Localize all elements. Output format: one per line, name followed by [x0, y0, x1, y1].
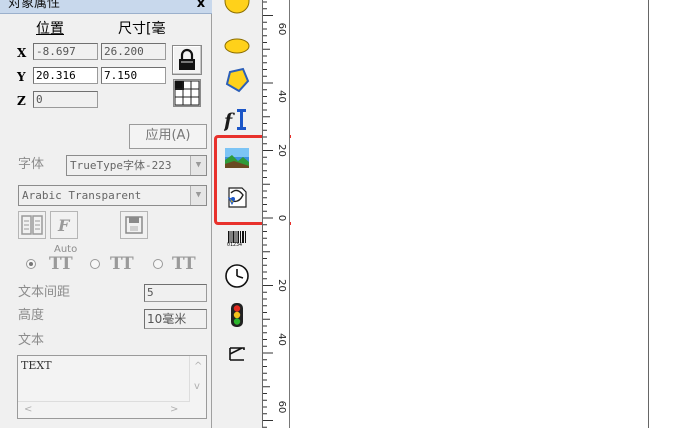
canvas-boundary — [648, 0, 649, 428]
barcode-tool-button[interactable]: 01234 — [224, 226, 250, 252]
bitmap-tool-button[interactable] — [224, 145, 250, 171]
vector-file-tool-button[interactable] — [224, 184, 250, 210]
z-position-field[interactable]: 0 — [33, 91, 98, 108]
save-icon — [125, 216, 143, 234]
chevron-down-icon: ▼ — [190, 186, 206, 205]
spacing-fixed-radio[interactable] — [90, 259, 100, 269]
circle-tool-button[interactable] — [224, 0, 250, 14]
lock-icon — [179, 48, 195, 70]
extend-axis-tool-button[interactable] — [224, 340, 250, 366]
size-header: 尺寸[毫 — [118, 21, 166, 37]
ellipse-tool-button[interactable] — [224, 33, 250, 59]
apply-button[interactable]: 应用(A) — [129, 124, 207, 149]
horizontal-scrollbar[interactable]: < > — [18, 401, 190, 418]
y-position-field[interactable]: 20.316 — [33, 67, 98, 84]
height-field[interactable]: 7.150 — [101, 67, 166, 84]
drawing-toolbar: f 01234 — [212, 0, 262, 428]
ellipse-icon — [224, 38, 250, 54]
scroll-right-icon[interactable]: > — [170, 405, 178, 415]
circle-icon — [224, 0, 250, 14]
vertical-ruler: 60 40 20 0 20 40 60 — [262, 0, 290, 428]
font-settings-button[interactable] — [18, 211, 46, 239]
svg-text:f: f — [224, 110, 235, 132]
timer-tool-button[interactable] — [224, 263, 250, 289]
font-label: 字体 — [18, 157, 45, 172]
panel-close-button[interactable]: x — [194, 0, 208, 12]
vertical-scrollbar[interactable]: ^ v — [189, 356, 206, 402]
panel-title: 对象属性 — [8, 0, 61, 11]
grid-icon — [174, 80, 200, 106]
ruler-label: 60 — [276, 23, 287, 36]
text-icon: f — [222, 109, 246, 132]
position-header: 位置 — [36, 21, 64, 37]
barcode-icon — [228, 231, 246, 243]
text-spacing-label: 文本间距 — [18, 285, 71, 300]
text-tool-button[interactable]: f — [222, 106, 250, 132]
z-axis-label: Z — [17, 94, 26, 108]
ruler-label: 40 — [276, 333, 287, 346]
position-grid-button[interactable] — [173, 79, 201, 107]
text-spacing-field[interactable]: 5 — [144, 284, 207, 302]
clock-icon — [225, 264, 249, 288]
x-axis-label: X — [17, 46, 27, 60]
ruler-label: 60 — [276, 401, 287, 414]
scroll-up-icon[interactable]: ^ — [194, 362, 202, 372]
font-type-select[interactable]: TrueType字体-223 ▼ — [66, 155, 207, 176]
polygon-icon — [225, 67, 250, 93]
x-position-field[interactable]: -8.697 — [33, 43, 98, 60]
font-name-select[interactable]: Arabic Transparent ▼ — [18, 185, 207, 206]
chevron-down-icon: ▼ — [190, 156, 206, 175]
font-type-value: TrueType字体-223 — [70, 159, 172, 172]
ruler-scale: 60 40 20 0 20 40 60 — [263, 1, 287, 428]
extend-axis-icon — [229, 347, 245, 361]
ruler-label: 20 — [276, 279, 287, 292]
svg-text:F: F — [57, 216, 71, 235]
spacing-auto-icon: TT — [49, 254, 73, 274]
font-style-button[interactable]: F — [50, 211, 78, 239]
ruler-label: 0 — [276, 215, 287, 221]
text-label: 文本 — [18, 333, 45, 348]
ruler-label: 20 — [276, 144, 287, 157]
ruler-label: 40 — [276, 90, 287, 103]
landscape-image-icon — [225, 148, 249, 168]
lock-ratio-button[interactable] — [172, 45, 202, 75]
font-name-value: Arabic Transparent — [22, 189, 142, 202]
save-font-button[interactable] — [120, 211, 148, 239]
width-field[interactable]: 26.200 — [101, 43, 166, 60]
spacing-custom-radio[interactable] — [153, 259, 163, 269]
y-axis-label: Y — [17, 70, 26, 84]
scroll-left-icon[interactable]: < — [24, 405, 32, 415]
scroll-down-icon[interactable]: v — [194, 382, 200, 392]
italic-font-icon: F — [57, 216, 71, 235]
font-settings-icon — [21, 215, 43, 235]
height-label: 高度 — [18, 308, 45, 323]
panel-titlebar: 对象属性 x — [0, 0, 212, 14]
text-content-area[interactable]: TEXT ^ v < > — [17, 355, 207, 419]
drawing-canvas[interactable] — [291, 0, 648, 428]
traffic-light-icon — [231, 303, 243, 327]
io-port-tool-button[interactable] — [224, 302, 250, 328]
object-properties-panel: 对象属性 x 位置 尺寸[毫 X Y Z -8.697 26.200 20.31… — [0, 0, 212, 428]
spacing-fixed-icon: TT — [110, 254, 134, 274]
barcode-digits: 01234 — [227, 242, 243, 248]
text-content-value: TEXT — [21, 359, 52, 372]
vector-file-icon — [227, 187, 247, 208]
text-height-field[interactable]: 10毫米 — [144, 309, 207, 329]
spacing-auto-radio[interactable] — [26, 259, 36, 269]
polygon-tool-button[interactable] — [224, 67, 250, 93]
spacing-custom-icon: TT — [172, 254, 196, 274]
